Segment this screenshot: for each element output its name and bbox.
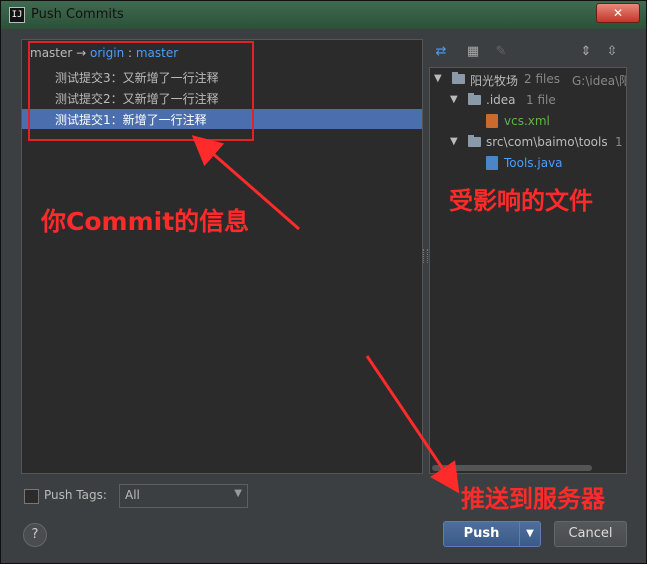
edit-source-icon[interactable]: ✎ [493,44,509,60]
file-name: Tools.java [504,156,563,170]
folder-icon [468,135,481,147]
java-file-icon [486,156,498,170]
commits-panel: master → origin : master 测试提交3：又新增了一行注释 … [21,39,423,474]
folder-icon [468,93,481,105]
close-button[interactable]: ✕ [596,3,640,23]
window-title: Push Commits [31,7,124,22]
chevron-down-icon: ▼ [234,488,242,499]
annotation-affected-files: 受影响的文件 [449,187,593,215]
horizontal-scrollbar[interactable] [432,465,592,471]
diff-icon[interactable]: ⇄ [433,44,449,60]
folder-name: .idea [486,93,516,107]
folder-file-count: 1 file [526,93,556,107]
expand-all-icon[interactable]: ⇕ [578,44,594,60]
push-tags-checkbox[interactable] [24,489,39,504]
group-by-icon[interactable]: ▦ [465,44,481,60]
file-name: vcs.xml [504,114,550,128]
push-tags-label: Push Tags: [44,488,107,502]
root-name: 阳光牧场 [470,74,519,88]
title-bar: IJ Push Commits ✕ [1,1,646,29]
chevron-down-icon[interactable]: ▼ [450,94,458,105]
push-button[interactable]: Push [443,521,520,547]
xml-file-icon [486,114,498,128]
annotation-commit-info: 你Commit的信息 [41,207,250,236]
push-commits-dialog: IJ Push Commits ✕ master → origin : mast… [0,0,647,564]
intellij-app-icon: IJ [9,7,25,23]
push-options-dropdown[interactable]: ▼ [519,521,541,547]
panel-splitter-handle[interactable] [423,249,428,263]
collapse-all-icon[interactable]: ⇳ [604,44,620,60]
chevron-down-icon[interactable]: ▼ [434,73,442,84]
annotation-push-to-server: 推送到服务器 [461,485,605,513]
annotation-highlight-box [28,41,254,141]
cancel-button[interactable]: Cancel [554,521,627,547]
tags-select[interactable]: All ▼ [119,484,248,508]
help-button[interactable]: ? [23,523,47,547]
dialog-content: master → origin : master 测试提交3：又新增了一行注释 … [9,31,638,557]
root-file-count: 2 files [524,72,560,86]
root-path: G:\idea\阳光 [572,74,626,88]
project-folder-icon [452,72,465,84]
folder-name: src\com\baimo\tools [486,135,608,149]
files-toolbar: ⇄ ▦ ✎ ⇕ ⇳ [429,41,629,63]
changed-files-tree: ▼ 阳光牧场 2 files G:\idea\阳光 ▼ .idea 1 file… [429,67,627,474]
tags-select-value: All [125,488,140,502]
chevron-down-icon[interactable]: ▼ [450,136,458,147]
folder-file-count: 1 f [615,135,626,149]
